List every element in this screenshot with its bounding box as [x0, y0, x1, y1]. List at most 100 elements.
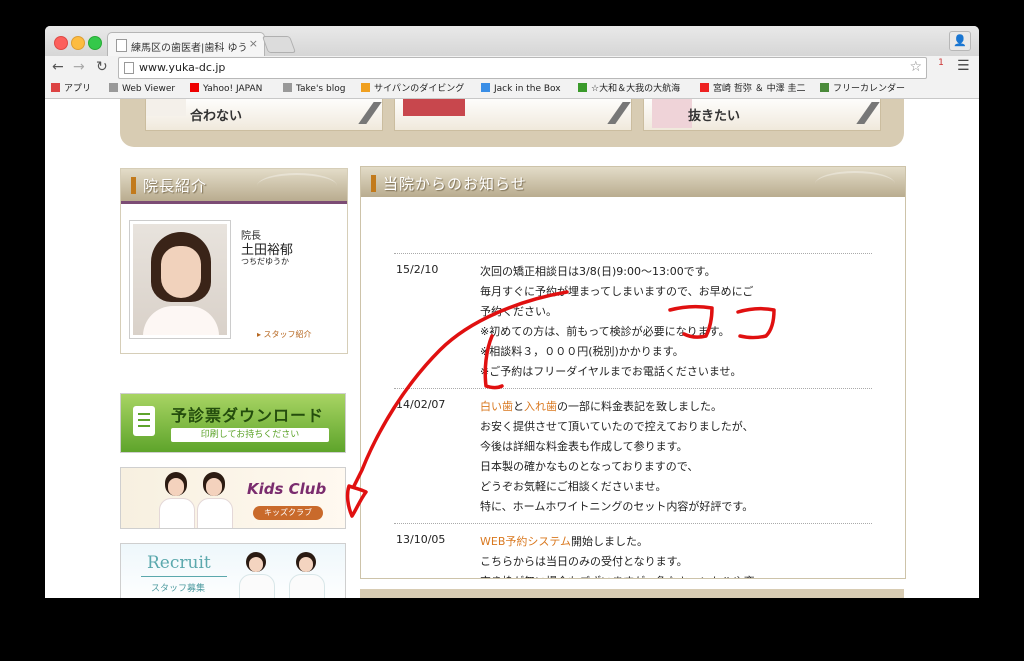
back-arrow-icon[interactable]: ← — [52, 59, 64, 75]
news-link[interactable]: 白い歯 — [480, 400, 513, 413]
yahoo-icon — [190, 83, 199, 92]
news-date: 13/10/05 — [396, 533, 446, 546]
bookmark-item[interactable]: Take's blog — [283, 82, 345, 96]
news-line: 特に、ホームホワイトニングのセット内容が好評です。 — [480, 497, 872, 517]
slash-icon — [607, 102, 631, 124]
bookmark-item[interactable]: 宮崎 哲弥 ＆ 中澤 圭二 — [700, 82, 805, 96]
bookmark-label: 宮崎 哲弥 ＆ 中澤 圭二 — [713, 84, 806, 94]
recruit-banner[interactable]: Recruit スタッフ募集 — [120, 543, 346, 598]
bookmark-label: フリーカレンダー — [833, 84, 906, 94]
bookmark-item[interactable]: Web Viewer — [109, 82, 175, 96]
news-text: ※初めての方は、前もって検診が必要になります。 — [480, 325, 730, 338]
news-link[interactable]: WEB予約システム — [480, 535, 571, 548]
close-tab-icon[interactable]: × — [249, 37, 258, 50]
bookmark-label: Take's blog — [296, 84, 346, 94]
news-text: 空き枠が無い場合もございますが、急なキャンセルや変 — [480, 575, 755, 578]
profile-icon[interactable]: 👤 — [949, 31, 971, 51]
swirl-decoration — [257, 173, 337, 199]
news-line: 日本製の確かなものとなっておりますので、 — [480, 457, 872, 477]
bookmark-label: Jack in the Box — [494, 84, 561, 94]
close-window-button[interactable] — [54, 36, 68, 50]
menu-icon[interactable]: ☰ — [957, 58, 970, 74]
zoom-window-button[interactable] — [88, 36, 102, 50]
slash-icon — [856, 102, 880, 124]
document-icon — [133, 406, 155, 436]
banner-image — [652, 99, 692, 128]
url-text[interactable]: www.yuka-dc.jp — [139, 61, 225, 74]
bookmark-item[interactable]: フリーカレンダー — [820, 82, 905, 96]
page-icon — [116, 39, 127, 52]
bookmark-item[interactable]: アプリ — [51, 82, 91, 96]
bookmark-item[interactable]: Yahoo! JAPAN — [190, 82, 262, 96]
address-bar[interactable]: www.yuka-dc.jp ☆ — [118, 57, 927, 79]
forward-arrow-icon[interactable]: → — [73, 59, 85, 75]
news-text: こちらからは当日のみの受付となります。 — [480, 555, 688, 568]
bookmark-item[interactable]: ☆大和＆大我の大航海 — [578, 82, 680, 96]
news-line: ※相談料３，０００円(税別)かかります。 — [480, 342, 872, 362]
news-heading: 当院からのお知らせ — [383, 175, 527, 193]
questionnaire-download-banner[interactable]: 予診票ダウンロード 印刷してお持ちください — [120, 393, 346, 453]
director-panel: 院長紹介 院長 土田裕郁 つちだゆうか ▸ スタッフ紹介 — [120, 168, 348, 354]
recruit-subtitle: スタッフ募集 — [151, 584, 206, 594]
staff-intro-link[interactable]: ▸ スタッフ紹介 — [257, 329, 312, 340]
minimize-window-button[interactable] — [71, 36, 85, 50]
director-kana: つちだゆうか — [241, 257, 289, 266]
page-icon — [124, 62, 134, 74]
news-text: 日本製の確かなものとなっておりますので、 — [480, 460, 699, 473]
download-subtitle: 印刷してお持ちください — [171, 428, 329, 442]
director-photo — [129, 220, 231, 339]
news-line: どうぞお気軽にご相談くださいませ。 — [480, 477, 872, 497]
news-text: 開始しました。 — [571, 535, 649, 548]
new-tab-button[interactable] — [261, 36, 297, 53]
news-line: お安く提供させて頂いていたので控えておりましたが、 — [480, 417, 872, 437]
news-line: ※初めての方は、前もって検診が必要になります。 — [480, 322, 872, 342]
banner-card[interactable]: 合わない — [145, 99, 383, 131]
web-page: 合わない 抜きたい 院長紹介 院長 土田裕郁 つちだゆうか ▸ スタッフ紹介 予… — [45, 99, 979, 598]
news-text: 予約ください。 — [480, 305, 557, 318]
bookmark-star-icon[interactable]: ☆ — [909, 59, 922, 75]
divider — [141, 576, 227, 577]
banner-card-label: 抜きたい — [688, 109, 741, 124]
page-icon — [283, 83, 292, 92]
bookmarks-bar: アプリ Web Viewer Yahoo! JAPAN Take's blog サイパン… — [45, 80, 979, 99]
top-banner: 合わない 抜きたい — [120, 99, 904, 147]
news-line: 白い歯と入れ歯の一部に料金表記を致しました。 — [480, 397, 872, 417]
bookmark-label: サイパンのダイビング — [374, 84, 465, 94]
staff-image — [289, 552, 325, 598]
bookmark-label: Yahoo! JAPAN — [203, 84, 263, 94]
news-panel: 当院からのお知らせ 15/2/10 次回の矯正相談日は3/8(日)9:00〜13:… — [360, 166, 906, 579]
title-bar: 練馬区の歯医者|歯科 ゆうか歯科 × 👤 — [45, 26, 979, 57]
toolbar: ← → ↻ www.yuka-dc.jp ☆ 1 ☰ — [45, 56, 979, 80]
browser-window: 練馬区の歯医者|歯科 ゆうか歯科 × 👤 ← → ↻ www.yuka-dc.j… — [45, 26, 979, 598]
browser-tab[interactable]: 練馬区の歯医者|歯科 ゆうか歯科 × — [107, 32, 265, 57]
jib-icon — [481, 83, 490, 92]
kids-club-banner[interactable]: Kids Club キッズクラブ — [120, 467, 346, 529]
swirl-decoration — [815, 171, 895, 197]
banner-card[interactable]: 抜きたい — [643, 99, 881, 131]
kids-subtitle: キッズクラブ — [253, 506, 323, 520]
news-item: 14/02/07 白い歯と入れ歯の一部に料金表記を致しました。お安く提供させて頂い… — [394, 388, 872, 523]
bookmark-item[interactable]: Jack in the Box — [481, 82, 561, 96]
tab-title: 練馬区の歯医者|歯科 ゆうか歯科 — [131, 43, 246, 54]
news-line: 予約ください。 — [480, 302, 872, 322]
leaf-icon — [820, 83, 829, 92]
recruit-title: Recruit — [147, 553, 211, 573]
page-icon — [109, 83, 118, 92]
panel-heading: 院長紹介 — [121, 169, 347, 201]
news-text: お安く提供させて頂いていたので控えておりましたが、 — [480, 420, 754, 433]
bookmark-item[interactable]: サイパンのダイビング — [361, 82, 464, 96]
news-line: 今後は詳細な料金表も作成して参ります。 — [480, 437, 872, 457]
reload-icon[interactable]: ↻ — [96, 59, 108, 75]
news-date: 14/02/07 — [396, 398, 446, 411]
extension-badge-icon[interactable]: 1 — [933, 58, 949, 76]
bookmark-label: アプリ — [64, 84, 92, 94]
news-link[interactable]: 入れ歯 — [524, 400, 557, 413]
news-line: 空き枠が無い場合もございますが、急なキャンセルや変 — [480, 572, 872, 578]
news-text: 次回の矯正相談日は3/8(日)9:00〜13:00です。 — [480, 265, 716, 278]
news-date: 15/2/10 — [396, 263, 439, 276]
banner-card[interactable] — [394, 99, 632, 131]
news-item: 13/10/05 WEB予約システム開始しました。こちらからは当日のみの受付となり… — [394, 523, 872, 578]
slash-icon — [358, 102, 382, 124]
child-image — [159, 472, 195, 528]
news-text: と — [513, 400, 524, 413]
